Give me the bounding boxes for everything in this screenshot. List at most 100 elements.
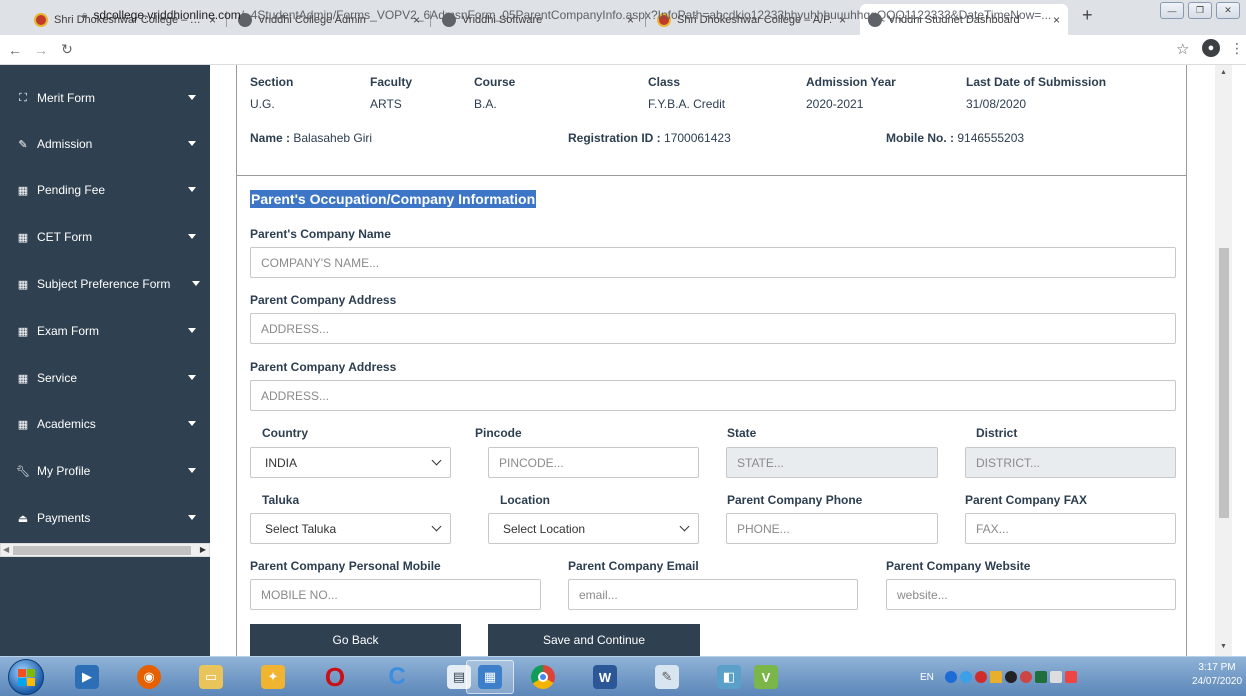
paint-icon[interactable]: ✎ — [646, 660, 688, 694]
sidebar-item-cet-form[interactable]: ▦ CET Form — [0, 214, 210, 260]
scroll-down-icon[interactable]: ▼ — [1220, 643, 1227, 650]
sidebar-item-pending-fee[interactable]: ▦ Pending Fee — [0, 167, 210, 213]
page-vertical-scrollbar[interactable]: ▲ ▼ — [1215, 65, 1232, 656]
sidebar-item-label: Payments — [37, 511, 91, 525]
country-select[interactable]: INDIA — [250, 447, 451, 478]
firefox-icon[interactable]: ◉ — [128, 660, 170, 694]
media-player-icon[interactable]: ▶ — [66, 660, 108, 694]
chrome-icon[interactable] — [522, 660, 564, 694]
reg-value: 1700061423 — [664, 131, 731, 145]
taluka-label: Taluka — [262, 493, 300, 507]
district-input — [965, 447, 1176, 478]
company-email-input[interactable] — [568, 579, 858, 610]
chevron-down-icon — [431, 521, 442, 532]
clock-time: 3:17 PM — [1198, 662, 1236, 673]
value-admission-year: 2020-2021 — [806, 97, 864, 111]
value-class: F.Y.B.A. Credit — [648, 97, 726, 111]
flag-icon[interactable] — [1064, 671, 1077, 683]
scrollbar-thumb[interactable] — [13, 546, 191, 555]
account-icon[interactable]: ● — [1202, 39, 1220, 57]
table-icon: ▦ — [17, 372, 29, 385]
sidebar-item-service[interactable]: ▦ Service — [0, 355, 210, 401]
system-tray: EN — [920, 663, 1077, 691]
control-panel-icon[interactable]: ▦ — [466, 660, 514, 694]
phone-label: Parent Company Phone — [727, 493, 863, 507]
tray-app-icon[interactable] — [1034, 671, 1047, 683]
value-section: U.G. — [250, 97, 275, 111]
forward-arrow-icon[interactable]: → — [30, 42, 52, 58]
opera-icon[interactable]: O — [314, 660, 356, 694]
mobile-value: 9146555203 — [957, 131, 1025, 145]
company-address-label-1: Parent Company Address — [250, 293, 397, 307]
app-v-icon[interactable]: V — [742, 660, 790, 694]
address-bar[interactable]: 🔒︎ sdcollege.vriddhionline.com/_4Student… — [82, 4, 1170, 26]
tray-app-icon[interactable] — [989, 671, 1002, 683]
table-icon: ▦ — [17, 231, 29, 244]
caret-down-icon — [188, 234, 196, 239]
sidebar-item-merit-form[interactable]: ⛶ Merit Form — [0, 75, 210, 121]
company-name-label: Parent's Company Name — [250, 227, 391, 241]
sidebar-item-admission[interactable]: ✎ Admission — [0, 121, 210, 167]
sidebar-item-subject-preference[interactable]: ▦ Subject Preference Form — [0, 261, 210, 307]
scroll-right-icon[interactable]: ▶ — [200, 545, 206, 554]
name-label: Name : — [250, 131, 291, 145]
scroll-left-icon[interactable]: ◀ — [3, 545, 9, 554]
restore-icon[interactable]: ❐ — [1188, 2, 1212, 19]
word-icon[interactable]: W — [584, 660, 626, 694]
location-select[interactable]: Select Location — [488, 513, 699, 544]
start-button[interactable] — [8, 659, 44, 695]
menu-kebab-icon[interactable]: ⋮ — [1230, 40, 1244, 57]
save-and-continue-button[interactable]: Save and Continue — [488, 624, 700, 656]
tray-app-icon[interactable] — [944, 671, 957, 683]
reload-icon[interactable]: ↻ — [56, 41, 78, 58]
back-arrow-icon[interactable]: ← — [4, 42, 26, 58]
volume-icon[interactable] — [1019, 671, 1032, 683]
pincode-label: Pincode — [475, 426, 522, 440]
app-c-icon[interactable]: C — [376, 660, 418, 694]
bird-app-icon[interactable]: ✦ — [252, 660, 294, 694]
caret-down-icon — [188, 515, 196, 520]
sidebar-horizontal-scrollbar[interactable]: ◀ ▶ — [0, 543, 210, 557]
sidebar-item-label: Admission — [37, 137, 93, 151]
table-icon: ▦ — [17, 184, 29, 197]
clock-date: 24/07/2020 — [1192, 676, 1243, 687]
mobile-label: Mobile No. : — [886, 131, 954, 145]
caret-down-icon — [188, 421, 196, 426]
taluka-select[interactable]: Select Taluka — [250, 513, 451, 544]
network-icon[interactable] — [1049, 671, 1062, 683]
bookmark-star-icon[interactable]: ☆ — [1176, 40, 1189, 58]
scrollbar-thumb[interactable] — [1219, 248, 1229, 518]
caret-down-icon — [188, 468, 196, 473]
caret-down-icon — [188, 187, 196, 192]
sidebar-item-exam-form[interactable]: ▦ Exam Form — [0, 308, 210, 354]
table-icon: ▦ — [17, 325, 29, 338]
taskbar-clock[interactable]: 3:17 PM 24/07/2020 — [1192, 661, 1242, 689]
sidebar-item-academics[interactable]: ▦ Academics — [0, 401, 210, 447]
pincode-input[interactable] — [488, 447, 699, 478]
state-label: State — [727, 426, 757, 440]
sidebar-item-my-profile[interactable]: 🔧︎ My Profile — [0, 448, 210, 494]
tray-app-icon[interactable] — [1004, 671, 1017, 683]
company-address-input-2[interactable] — [250, 380, 1176, 411]
file-explorer-icon[interactable]: ▭ — [190, 660, 232, 694]
scroll-up-icon[interactable]: ▲ — [1220, 69, 1227, 76]
personal-mobile-input[interactable] — [250, 579, 541, 610]
tray-app-icon[interactable] — [959, 671, 972, 683]
table-icon: ▦ — [17, 278, 29, 291]
student-name: Name : Balasaheb Giri — [250, 131, 372, 145]
fax-input[interactable] — [965, 513, 1176, 544]
company-website-input[interactable] — [886, 579, 1176, 610]
caret-down-icon — [188, 328, 196, 333]
value-course: B.A. — [474, 97, 497, 111]
phone-input[interactable] — [726, 513, 938, 544]
registration-id: Registration ID : 1700061423 — [568, 131, 731, 145]
close-window-icon[interactable]: ✕ — [1216, 2, 1240, 19]
state-input — [726, 447, 938, 478]
sidebar-item-payments[interactable]: ⏏ Payments — [0, 495, 210, 541]
payment-icon: ⏏ — [17, 512, 29, 525]
go-back-button[interactable]: Go Back — [250, 624, 461, 656]
company-address-input-1[interactable] — [250, 313, 1176, 344]
company-name-input[interactable] — [250, 247, 1176, 278]
language-indicator[interactable]: EN — [920, 672, 934, 683]
tray-app-icon[interactable] — [974, 671, 987, 683]
